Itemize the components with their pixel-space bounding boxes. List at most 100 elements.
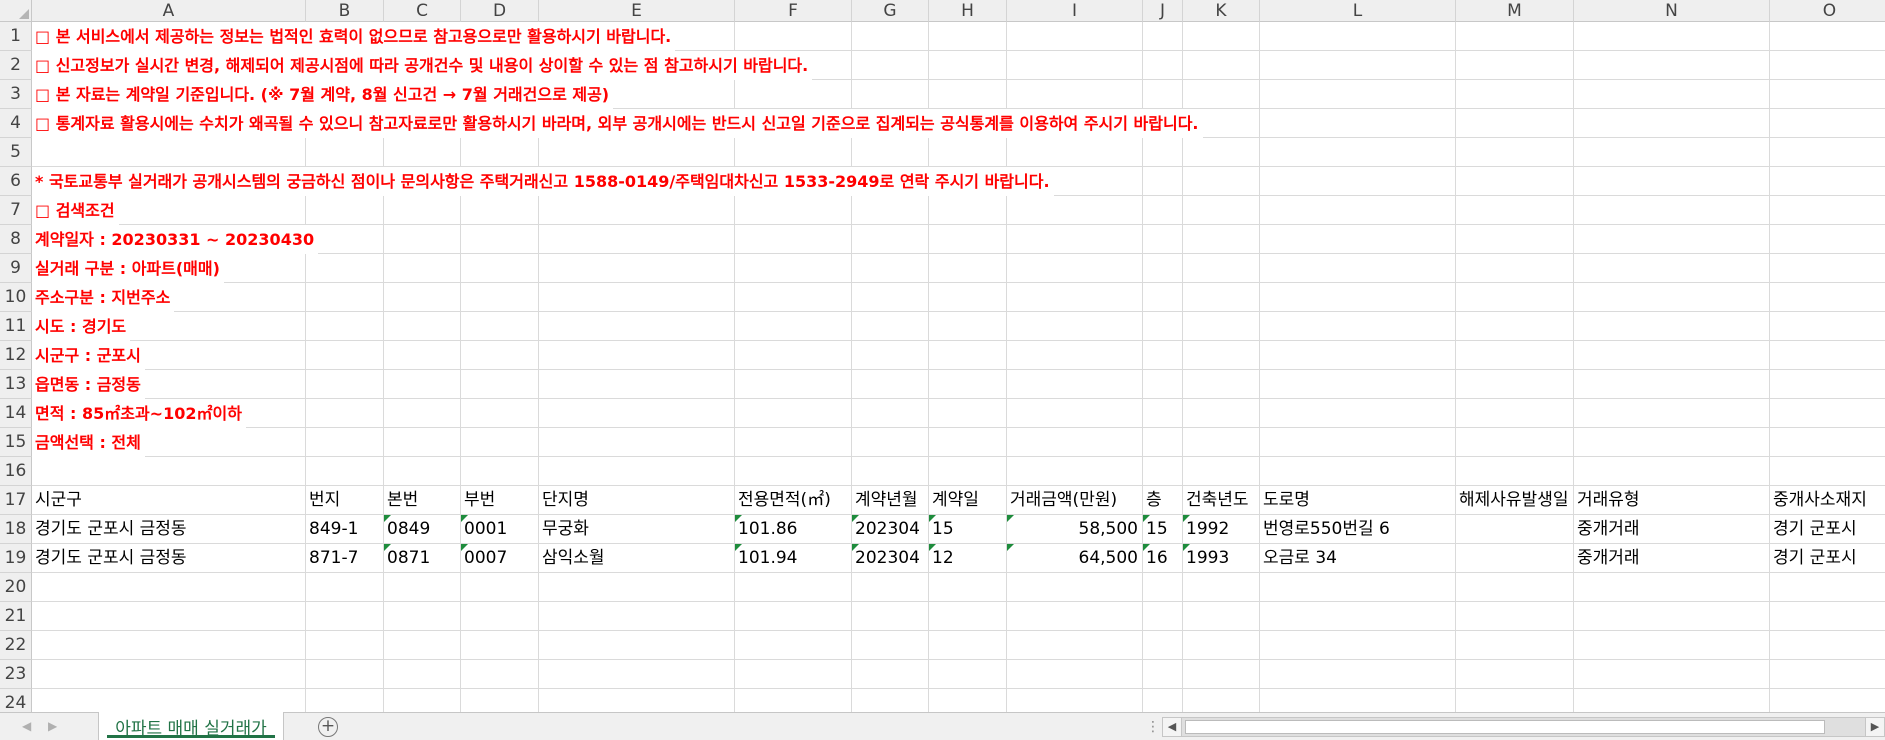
table-header-cell[interactable]: 계약년월 xyxy=(852,486,929,515)
table-header-cell[interactable]: 번지 xyxy=(306,486,384,515)
table-header-cell[interactable]: 본번 xyxy=(384,486,461,515)
column-header-d[interactable]: D xyxy=(461,0,539,22)
data-cell[interactable]: 0871 xyxy=(384,544,461,573)
column-header-i[interactable]: I xyxy=(1007,0,1143,22)
row-header-17[interactable]: 17 xyxy=(0,486,32,515)
scrollbar-thumb[interactable] xyxy=(1185,720,1825,734)
table-header-cell[interactable]: 전용면적(㎡) xyxy=(735,486,852,515)
data-cell[interactable]: 오금로 34 xyxy=(1260,544,1456,573)
data-cell[interactable]: 101.94 xyxy=(735,544,852,573)
data-cell[interactable]: 0007 xyxy=(461,544,539,573)
row-header-10[interactable]: 10 xyxy=(0,283,32,312)
notice-cell-r9[interactable]: 실거래 구분 : 아파트(매매) xyxy=(32,254,224,283)
table-header-cell[interactable]: 해제사유발생일 xyxy=(1456,486,1574,515)
notice-cell-r11[interactable]: 시도 : 경기도 xyxy=(32,312,131,341)
notice-cell-r3[interactable]: □ 본 자료는 계약일 기준입니다. (※ 7월 계약, 8월 신고건 → 7월… xyxy=(32,80,614,109)
table-header-cell[interactable]: 중개사소재지 xyxy=(1770,486,1885,515)
data-cell[interactable]: 202304 xyxy=(852,544,929,573)
scroll-tabs-left-icon[interactable]: ◀ xyxy=(22,719,31,733)
scroll-right-icon[interactable]: ▶ xyxy=(1865,718,1884,736)
data-cell[interactable]: 삼익소월 xyxy=(539,544,735,573)
data-cell[interactable]: 64,500 xyxy=(1007,544,1143,573)
notice-cell-r1[interactable]: □ 본 서비스에서 제공하는 정보는 법적인 효력이 없으므로 참고용으로만 활… xyxy=(32,22,676,51)
row-header-9[interactable]: 9 xyxy=(0,254,32,283)
column-header-b[interactable]: B xyxy=(306,0,384,22)
column-header-c[interactable]: C xyxy=(384,0,461,22)
row-header-21[interactable]: 21 xyxy=(0,602,32,631)
row-header-15[interactable]: 15 xyxy=(0,428,32,457)
data-cell[interactable]: 중개거래 xyxy=(1574,515,1770,544)
horizontal-scrollbar[interactable]: ◀ ▶ xyxy=(1162,717,1885,737)
table-header-cell[interactable]: 층 xyxy=(1143,486,1183,515)
data-cell[interactable]: 871-7 xyxy=(306,544,384,573)
column-header-m[interactable]: M xyxy=(1456,0,1574,22)
notice-cell-r13[interactable]: 읍면동 : 금정동 xyxy=(32,370,145,399)
table-header-cell[interactable]: 단지명 xyxy=(539,486,735,515)
notice-cell-r6[interactable]: * 국토교통부 실거래가 공개시스템의 궁금하신 점이나 문의사항은 주택거래신… xyxy=(32,167,1054,196)
data-cell[interactable]: 무궁화 xyxy=(539,515,735,544)
select-all-corner[interactable] xyxy=(0,0,32,22)
data-cell[interactable]: 경기 군포시 xyxy=(1770,544,1885,573)
row-header-23[interactable]: 23 xyxy=(0,660,32,689)
notice-cell-r10[interactable]: 주소구분 : 지번주소 xyxy=(32,283,175,312)
notice-cell-r14[interactable]: 면적 : 85㎡초과~102㎡이하 xyxy=(32,399,246,428)
row-header-18[interactable]: 18 xyxy=(0,515,32,544)
spreadsheet-grid[interactable]: ABCDEFGHIJKLMNO 1 2 3 4 5 6 7 8 9 10 11 12 13 14 15 16 1… xyxy=(0,0,1885,712)
data-cell[interactable]: 58,500 xyxy=(1007,515,1143,544)
data-cell[interactable]: 16 xyxy=(1143,544,1183,573)
data-cell[interactable]: 경기도 군포시 금정동 xyxy=(32,515,306,544)
column-header-o[interactable]: O xyxy=(1770,0,1885,22)
row-header-1[interactable]: 1 xyxy=(0,22,32,51)
column-header-j[interactable]: J xyxy=(1143,0,1183,22)
table-header-cell[interactable]: 도로명 xyxy=(1260,486,1456,515)
table-header-cell[interactable]: 계약일 xyxy=(929,486,1007,515)
row-header-2[interactable]: 2 xyxy=(0,51,32,80)
row-header-19[interactable]: 19 xyxy=(0,544,32,573)
row-header-4[interactable]: 4 xyxy=(0,109,32,138)
column-header-e[interactable]: E xyxy=(539,0,735,22)
column-header-k[interactable]: K xyxy=(1183,0,1260,22)
notice-cell-r8[interactable]: 계약일자 : 20230331 ~ 20230430 xyxy=(32,225,319,254)
scroll-left-icon[interactable]: ◀ xyxy=(1163,718,1182,736)
data-cell[interactable]: 849-1 xyxy=(306,515,384,544)
data-cell[interactable]: 0001 xyxy=(461,515,539,544)
plus-circle-icon[interactable]: + xyxy=(318,717,338,737)
column-header-a[interactable]: A xyxy=(32,0,306,22)
row-header-6[interactable]: 6 xyxy=(0,167,32,196)
row-header-20[interactable]: 20 xyxy=(0,573,32,602)
table-header-cell[interactable]: 시군구 xyxy=(32,486,306,515)
notice-cell-r12[interactable]: 시군구 : 군포시 xyxy=(32,341,145,370)
table-header-cell[interactable]: 거래금액(만원) xyxy=(1007,486,1143,515)
row-header-5[interactable]: 5 xyxy=(0,138,32,167)
column-header-f[interactable]: F xyxy=(735,0,852,22)
data-cell[interactable]: 1992 xyxy=(1183,515,1260,544)
data-cell[interactable]: 12 xyxy=(929,544,1007,573)
data-cell[interactable]: 0849 xyxy=(384,515,461,544)
data-cell[interactable]: 경기 군포시 xyxy=(1770,515,1885,544)
scroll-tabs-right-icon[interactable]: ▶ xyxy=(48,719,57,733)
column-header-g[interactable]: G xyxy=(852,0,929,22)
row-header-11[interactable]: 11 xyxy=(0,312,32,341)
table-header-cell[interactable]: 거래유형 xyxy=(1574,486,1770,515)
notice-cell-r4[interactable]: □ 통계자료 활용시에는 수치가 왜곡될 수 있으니 참고자료로만 활용하시기 … xyxy=(32,109,1203,138)
notice-cell-r15[interactable]: 금액선택 : 전체 xyxy=(32,428,145,457)
row-header-8[interactable]: 8 xyxy=(0,225,32,254)
sheet-tab[interactable]: 아파트 매매 실거래가 xyxy=(98,712,284,740)
row-header-3[interactable]: 3 xyxy=(0,80,32,109)
row-header-16[interactable]: 16 xyxy=(0,457,32,486)
data-cell[interactable]: 경기도 군포시 금정동 xyxy=(32,544,306,573)
row-header-7[interactable]: 7 xyxy=(0,196,32,225)
notice-cell-r7[interactable]: □ 검색조건 xyxy=(32,196,119,225)
row-header-13[interactable]: 13 xyxy=(0,370,32,399)
data-cell[interactable]: 15 xyxy=(1143,515,1183,544)
data-cell[interactable] xyxy=(1456,544,1574,573)
column-header-l[interactable]: L xyxy=(1260,0,1456,22)
column-header-n[interactable]: N xyxy=(1574,0,1770,22)
data-cell[interactable]: 1993 xyxy=(1183,544,1260,573)
column-header-h[interactable]: H xyxy=(929,0,1007,22)
row-header-14[interactable]: 14 xyxy=(0,399,32,428)
data-cell[interactable]: 중개거래 xyxy=(1574,544,1770,573)
table-header-cell[interactable]: 건축년도 xyxy=(1183,486,1260,515)
data-cell[interactable]: 101.86 xyxy=(735,515,852,544)
data-cell[interactable]: 15 xyxy=(929,515,1007,544)
